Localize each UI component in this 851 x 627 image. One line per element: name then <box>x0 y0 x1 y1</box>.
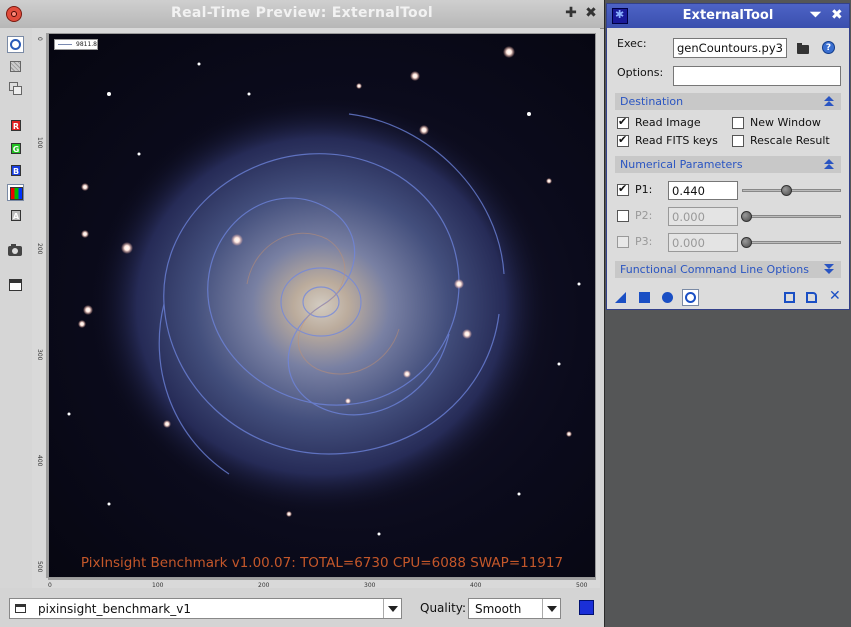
panel-title-bar[interactable]: ExternalTool ⏷ ✖ <box>607 4 849 28</box>
ring-icon <box>10 39 21 50</box>
ruler-tick-label: 300 <box>36 349 43 361</box>
collapse-icon[interactable] <box>824 159 834 169</box>
ruler-tick-label: 200 <box>36 243 43 255</box>
numerical-parameters-title: Numerical Parameters <box>620 158 743 171</box>
reset-icon[interactable] <box>784 292 795 303</box>
pan-icon-overlay <box>13 86 22 95</box>
panel-action-bar: ✕ <box>607 287 849 309</box>
apply-icon[interactable] <box>662 292 673 303</box>
ruler-tick-label: 400 <box>36 455 43 467</box>
galaxy-image-view[interactable]: 9811.8 PixInsight Benchmark v1.00.07: TO… <box>48 33 596 578</box>
p3-slider[interactable] <box>742 241 841 244</box>
new-window-button[interactable] <box>7 277 24 294</box>
r-chip: R <box>11 120 21 131</box>
x-icon[interactable]: ✖ <box>584 6 598 20</box>
plus-icon[interactable]: ✚ <box>564 6 578 20</box>
red-channel-button[interactable]: R <box>7 117 24 134</box>
chevron-down-icon[interactable] <box>542 599 560 618</box>
galaxy-image <box>67 46 581 536</box>
preview-title-bar[interactable]: Real-Time Preview: ExternalTool ✚ ✖ <box>0 0 604 29</box>
external-tool-panel: ExternalTool ⏷ ✖ Exec: genCountours.py3 … <box>606 3 850 310</box>
view-selector-value: pixinsight_benchmark_v1 <box>38 602 191 616</box>
zoom-mode-button[interactable] <box>7 58 24 75</box>
view-icon <box>15 604 26 613</box>
chevron-down-icon[interactable] <box>383 599 401 618</box>
collapse-icon[interactable] <box>824 96 834 106</box>
exec-label: Exec: <box>617 37 647 50</box>
read-fits-keys-label: Read FITS keys <box>635 134 718 147</box>
p1-label: P1: <box>635 183 653 196</box>
view-selector[interactable]: pixinsight_benchmark_v1 <box>9 598 402 619</box>
preview-bottom-bar: pixinsight_benchmark_v1 Quality: Smooth <box>0 588 604 627</box>
exec-field[interactable]: genCountours.py3 <box>673 38 787 58</box>
readout-mode-button[interactable] <box>7 36 24 53</box>
p3-slider-handle[interactable] <box>741 237 752 248</box>
window-icon <box>9 279 22 291</box>
green-channel-button[interactable]: G <box>7 140 24 157</box>
p3-checkbox[interactable] <box>617 236 629 248</box>
alpha-channel-button[interactable]: A <box>7 207 24 224</box>
quality-select-value: Smooth <box>475 602 522 616</box>
x-icon[interactable]: ✖ <box>831 7 843 23</box>
read-fits-keys-checkbox[interactable] <box>617 133 629 147</box>
blue-channel-button[interactable]: B <box>7 162 24 179</box>
expand-icon[interactable] <box>824 264 834 274</box>
hide-icon[interactable]: ✕ <box>829 289 841 303</box>
ruler-tick-label: 100 <box>36 137 43 149</box>
preview-toolbar: R G B A <box>0 28 32 588</box>
ruler-tick-label: 0 <box>36 37 43 41</box>
real-time-preview-window: Real-Time Preview: ExternalTool ✚ ✖ R G … <box>0 0 605 627</box>
contour-legend: 9811.8 <box>54 39 98 50</box>
browse-docs-icon[interactable] <box>806 292 817 303</box>
numerical-parameters-section-header[interactable]: Numerical Parameters <box>615 156 841 173</box>
p1-slider-handle[interactable] <box>781 185 792 196</box>
p2-slider[interactable] <box>742 215 841 218</box>
pan-mode-button[interactable] <box>7 80 24 97</box>
quality-label: Quality: <box>420 601 467 615</box>
folder-icon[interactable] <box>797 43 809 54</box>
preview-title: Real-Time Preview: ExternalTool <box>171 5 433 21</box>
destination-section-header[interactable]: Destination <box>615 93 841 110</box>
snapshot-button[interactable] <box>7 242 24 259</box>
functional-options-section-header[interactable]: Functional Command Line Options <box>615 261 841 278</box>
new-instance-icon[interactable] <box>615 292 626 303</box>
destination-title: Destination <box>620 95 684 108</box>
p2-value-field[interactable]: 0.000 <box>668 207 738 226</box>
functional-options-title: Functional Command Line Options <box>620 263 809 276</box>
benchmark-text: PixInsight Benchmark v1.00.07: TOTAL=673… <box>80 555 564 571</box>
p3-label: P3: <box>635 235 653 248</box>
p1-checkbox[interactable] <box>617 182 629 196</box>
p3-value-field[interactable]: 0.000 <box>668 233 738 252</box>
quality-select[interactable]: Smooth <box>468 598 561 619</box>
help-icon[interactable]: ? <box>822 41 835 54</box>
preview-color-swatch[interactable] <box>579 600 594 615</box>
p2-checkbox[interactable] <box>617 210 629 222</box>
shade-icon[interactable]: ⏷ <box>810 7 821 23</box>
new-window-label: New Window <box>750 116 821 129</box>
rgb-channel-button[interactable] <box>7 184 24 201</box>
read-image-label: Read Image <box>635 116 701 129</box>
zoom-icon <box>10 61 21 72</box>
apply-global-icon[interactable] <box>639 292 650 303</box>
options-label: Options: <box>617 66 664 79</box>
p1-value-field[interactable]: 0.440 <box>668 181 738 200</box>
ruler-tick-label: 500 <box>36 561 43 573</box>
options-field[interactable] <box>673 66 841 86</box>
g-chip: G <box>11 143 21 154</box>
rescale-result-checkbox[interactable] <box>732 135 744 147</box>
new-window-checkbox[interactable] <box>732 117 744 129</box>
b-chip: B <box>11 165 21 176</box>
a-chip: A <box>11 210 21 221</box>
left-ruler: 0 100 200 300 400 500 <box>36 33 48 578</box>
rgb-icon <box>10 187 23 200</box>
camera-icon <box>8 244 22 256</box>
contour-legend-value: 9811.8 <box>76 41 97 48</box>
p2-label: P2: <box>635 209 653 222</box>
read-image-checkbox[interactable] <box>617 115 629 129</box>
rescale-result-label: Rescale Result <box>750 134 830 147</box>
p2-slider-handle[interactable] <box>741 211 752 222</box>
real-time-preview-icon[interactable] <box>682 289 699 306</box>
